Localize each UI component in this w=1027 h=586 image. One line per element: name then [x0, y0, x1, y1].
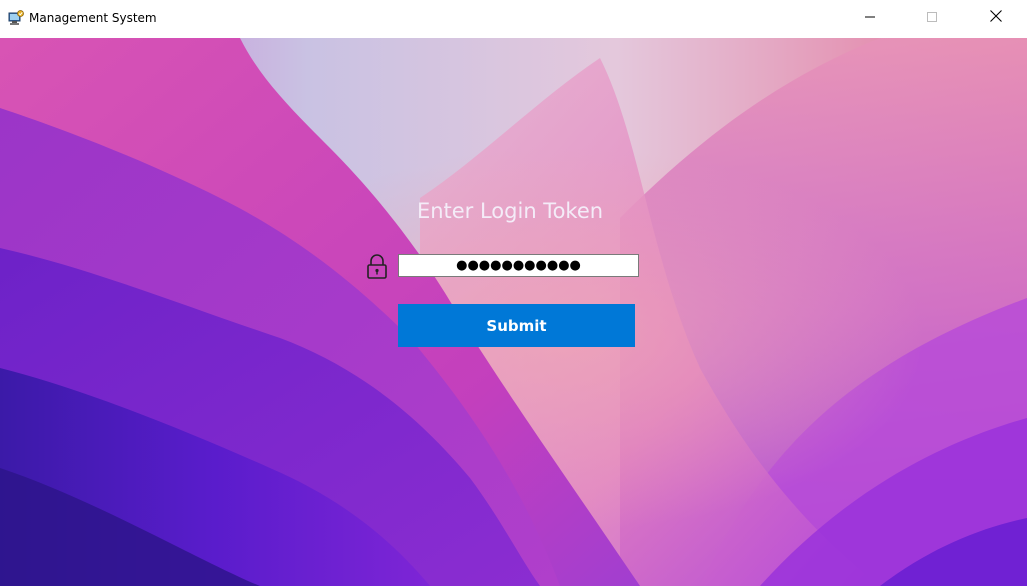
login-panel: Enter Login Token Submit — [0, 38, 1027, 586]
close-icon — [990, 9, 1002, 27]
app-icon — [8, 10, 24, 26]
login-token-input[interactable] — [398, 254, 639, 277]
close-button[interactable] — [965, 0, 1027, 36]
app-window: Management System Enter Login Token ●●●●… — [0, 0, 1027, 586]
minimize-button[interactable] — [839, 0, 901, 36]
title-bar[interactable]: Management System — [0, 0, 1027, 38]
lock-icon — [366, 254, 388, 280]
maximize-icon — [927, 9, 937, 27]
minimize-icon — [865, 9, 875, 27]
submit-button[interactable]: Submit — [398, 304, 635, 347]
maximize-button[interactable] — [901, 0, 963, 36]
window-title: Management System — [29, 11, 157, 25]
login-heading: Enter Login Token — [416, 199, 604, 223]
